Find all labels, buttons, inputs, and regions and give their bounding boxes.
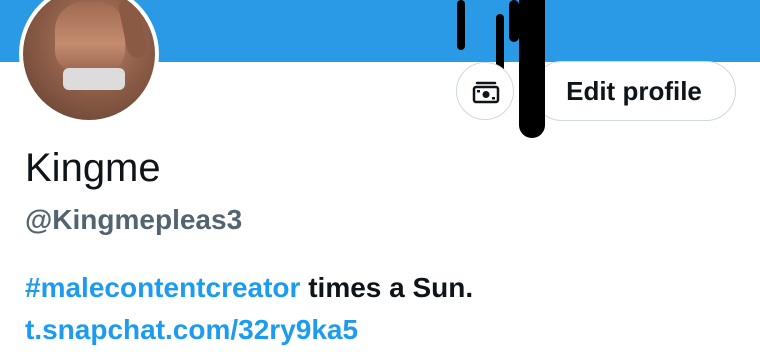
- user-handle: @Kingmepleas3: [25, 204, 243, 235]
- redaction-scribble: [457, 0, 465, 50]
- profile-bio: #malecontentcreator times a Sun.: [25, 274, 473, 302]
- avatar[interactable]: [23, 0, 155, 120]
- redaction-scribble: [519, 0, 545, 138]
- edit-profile-button[interactable]: Edit profile: [532, 61, 736, 121]
- bio-hashtag-link[interactable]: #malecontentcreator: [25, 272, 300, 303]
- bio-text: times a Sun.: [300, 272, 474, 303]
- money-icon: [472, 81, 500, 104]
- avatar-frame: [19, 0, 159, 124]
- redaction-scribble: [509, 0, 519, 42]
- display-name: Kingme: [25, 146, 161, 190]
- profile-website-link[interactable]: t.snapchat.com/32ry9ka5: [25, 316, 358, 344]
- avatar-photo-figure: [55, 2, 125, 72]
- tips-button[interactable]: [456, 62, 514, 120]
- avatar-photo-shorts: [63, 68, 125, 90]
